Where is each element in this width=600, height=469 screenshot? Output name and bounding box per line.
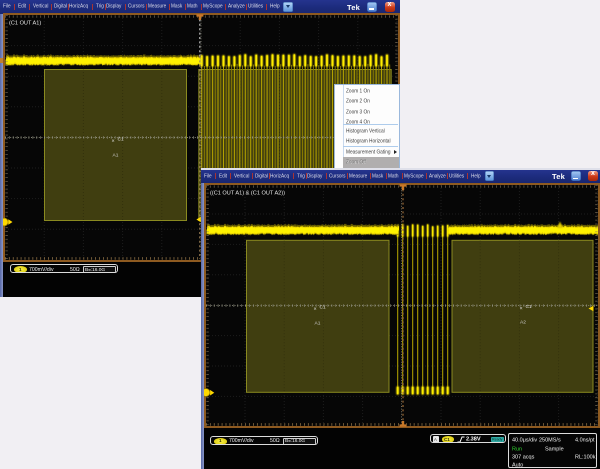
svg-text:×: × [314,306,317,312]
svg-text:×: × [520,306,523,312]
svg-text:(C1 OUT A1): (C1 OUT A1) [9,21,41,27]
svg-text:A1: A1 [315,321,321,327]
svg-text:C1: C1 [320,304,326,310]
svg-text:((C1 OUT A1) & (C1 OUT A2)): ((C1 OUT A1) & (C1 OUT A2)) [210,191,285,197]
svg-text:×: × [112,138,115,144]
svg-text:A2: A2 [520,320,526,326]
svg-text:C1: C1 [526,304,532,310]
svg-text:C1: C1 [118,136,124,142]
svg-text:A1: A1 [113,153,119,159]
